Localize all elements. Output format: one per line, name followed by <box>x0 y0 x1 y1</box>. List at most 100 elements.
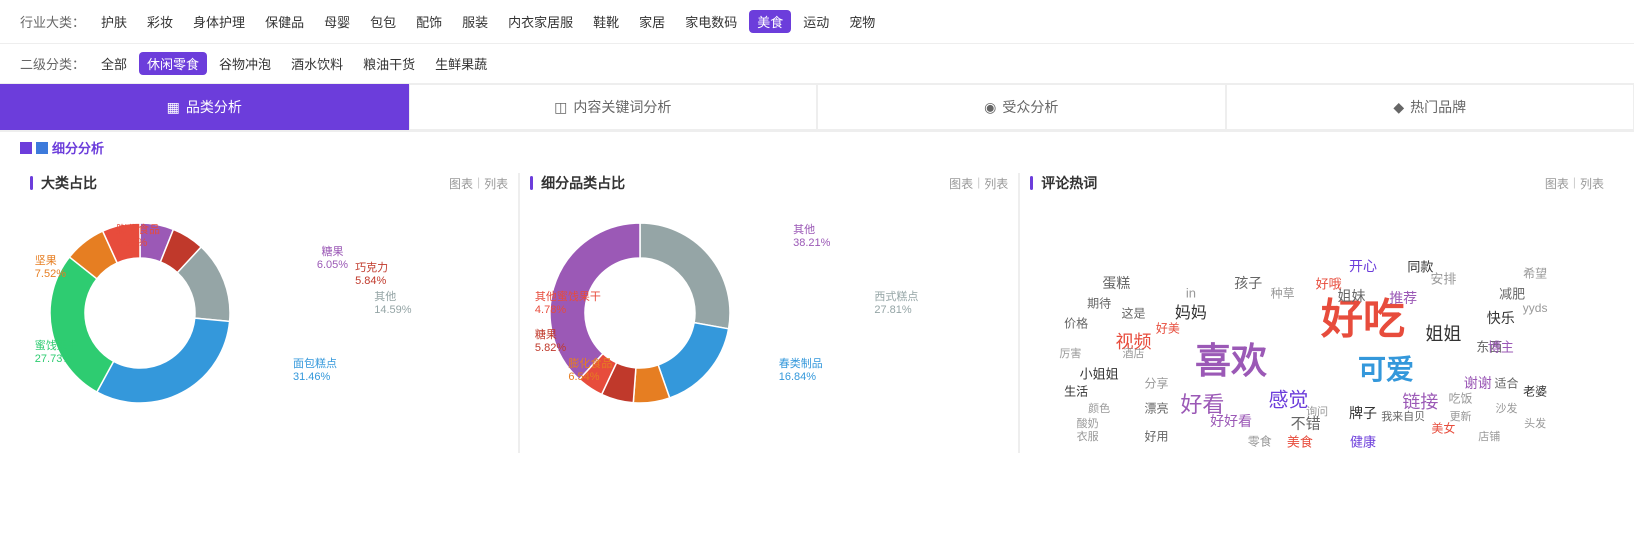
hot-words-toggle: 图表 | 列表 <box>1545 175 1604 192</box>
sub-category-item-酒水饮料[interactable]: 酒水饮料 <box>283 52 351 75</box>
tab-audience[interactable]: ◉ 受众分析 <box>817 84 1226 130</box>
industry-item-母婴[interactable]: 母婴 <box>316 10 358 33</box>
hot-words-header: 评论热词 图表 | 列表 <box>1030 173 1604 193</box>
word-牌子[interactable]: 牌子 <box>1349 403 1377 423</box>
main-category-donut <box>30 203 250 423</box>
industry-item-家电数码[interactable]: 家电数码 <box>677 10 745 33</box>
sub-category-chart: 细分品类占比 图表 | 列表 西式糕点27.81% 春类制品16.84% 膨化食… <box>520 173 1019 453</box>
word-价格[interactable]: 价格 <box>1064 315 1088 332</box>
hot-words-chart-view[interactable]: 图表 <box>1545 175 1569 192</box>
industry-item-内衣家居服[interactable]: 内衣家居服 <box>500 10 581 33</box>
word-我来自贝[interactable]: 我来自贝 <box>1381 408 1425 424</box>
sub-category-item-休闲零食[interactable]: 休闲零食 <box>139 52 207 75</box>
tab-keywords-label: 内容关键词分析 <box>573 97 671 117</box>
word-种草[interactable]: 种草 <box>1271 285 1295 302</box>
word-沙发[interactable]: 沙发 <box>1495 400 1517 416</box>
section-header: 细分分析 <box>0 132 1634 163</box>
label-sugar: 糖果6.05% <box>317 243 348 271</box>
word-头发[interactable]: 头发 <box>1524 415 1546 431</box>
main-tabs: ▦ 品类分析 ◫ 内容关键词分析 ◉ 受众分析 ◆ 热门品牌 <box>0 84 1634 132</box>
industry-label: 行业大类： <box>20 12 85 31</box>
word-吃饭[interactable]: 吃饭 <box>1449 390 1473 407</box>
word-美食[interactable]: 美食 <box>1287 431 1313 450</box>
industry-item-运动[interactable]: 运动 <box>795 10 837 33</box>
sub-category-toggle: 图表 | 列表 <box>949 175 1008 192</box>
word-这是[interactable]: 这是 <box>1122 305 1146 322</box>
word-yyds[interactable]: yyds <box>1523 301 1548 315</box>
tab-audience-label: 受众分析 <box>1002 97 1058 117</box>
word-快乐[interactable]: 快乐 <box>1487 308 1515 328</box>
main-category-donut-wrapper: 糖果6.05% 巧克力5.84% 其他14.59% 面包糕点31.46% 蜜饯果… <box>30 203 508 426</box>
industry-item-保健品[interactable]: 保健品 <box>257 10 312 33</box>
word-姐姐[interactable]: 姐姐 <box>1425 320 1461 346</box>
word-可爱[interactable]: 可爱 <box>1358 348 1414 388</box>
word-推荐[interactable]: 推荐 <box>1389 288 1417 308</box>
word-减肥[interactable]: 减肥 <box>1499 284 1525 303</box>
tab-brands-label: 热门品牌 <box>1410 97 1466 117</box>
sub-category-item-生鲜果蔬[interactable]: 生鲜果蔬 <box>427 52 495 75</box>
word-厉害[interactable]: 厉害 <box>1059 345 1081 361</box>
word-好好看[interactable]: 好好看 <box>1210 411 1252 431</box>
word-博主[interactable]: 博主 <box>1488 336 1514 355</box>
industry-item-家居[interactable]: 家居 <box>631 10 673 33</box>
word-安排[interactable]: 安排 <box>1430 269 1456 288</box>
word-好美[interactable]: 好美 <box>1156 320 1180 337</box>
word-孩子[interactable]: 孩子 <box>1234 273 1262 293</box>
word-期待[interactable]: 期待 <box>1087 295 1111 312</box>
industry-item-美食[interactable]: 美食 <box>749 10 791 33</box>
word-开心[interactable]: 开心 <box>1349 256 1377 276</box>
main-category-chart: 大类占比 图表 | 列表 糖果6.05% 巧克力5.84% 其他14.59% 面… <box>20 173 519 453</box>
word-漂亮[interactable]: 漂亮 <box>1144 400 1168 417</box>
tab-brands[interactable]: ◆ 热门品牌 <box>1226 84 1634 130</box>
word-小姐姐[interactable]: 小姐姐 <box>1080 364 1119 383</box>
industry-item-宠物[interactable]: 宠物 <box>841 10 883 33</box>
sub-category-item-全部[interactable]: 全部 <box>93 52 135 75</box>
label-other2: 其他38.21% <box>793 221 830 249</box>
tab-category[interactable]: ▦ 品类分析 <box>0 84 409 130</box>
sub-category-header: 细分品类占比 图表 | 列表 <box>530 173 1008 193</box>
word-希望[interactable]: 希望 <box>1523 265 1547 282</box>
charts-area: 大类占比 图表 | 列表 糖果6.05% 巧克力5.84% 其他14.59% 面… <box>0 163 1634 463</box>
word-蛋糕[interactable]: 蛋糕 <box>1102 273 1130 293</box>
industry-item-配饰[interactable]: 配饰 <box>408 10 450 33</box>
main-category-chart-view[interactable]: 图表 <box>449 175 473 192</box>
audience-icon: ◉ <box>984 99 996 116</box>
word-酒店[interactable]: 酒店 <box>1123 345 1145 361</box>
sub-category-donut <box>530 203 750 423</box>
word-同款[interactable]: 同款 <box>1407 256 1433 275</box>
word-健康[interactable]: 健康 <box>1350 431 1376 450</box>
word-感觉[interactable]: 感觉 <box>1268 384 1308 413</box>
sub-category-chart-view[interactable]: 图表 <box>949 175 973 192</box>
word-询问[interactable]: 询问 <box>1306 403 1328 419</box>
word-适合[interactable]: 适合 <box>1494 375 1518 392</box>
industry-item-彩妆[interactable]: 彩妆 <box>139 10 181 33</box>
word-姐妹[interactable]: 姐妹 <box>1338 286 1366 306</box>
industry-item-身体护理[interactable]: 身体护理 <box>185 10 253 33</box>
word-颜色[interactable]: 颜色 <box>1088 400 1110 416</box>
sub-category-list-view[interactable]: 列表 <box>984 175 1008 192</box>
word-喜欢[interactable]: 喜欢 <box>1195 332 1267 384</box>
tab-keywords[interactable]: ◫ 内容关键词分析 <box>409 84 818 130</box>
industry-item-包包[interactable]: 包包 <box>362 10 404 33</box>
sub-category-item-粮油干货[interactable]: 粮油干货 <box>355 52 423 75</box>
main-category-header: 大类占比 图表 | 列表 <box>30 173 508 193</box>
hot-words-title: 评论热词 <box>1030 173 1097 193</box>
word-生活[interactable]: 生活 <box>1064 382 1088 399</box>
word-好用[interactable]: 好用 <box>1144 427 1168 444</box>
industry-item-护肤[interactable]: 护肤 <box>93 10 135 33</box>
hot-words-list-view[interactable]: 列表 <box>1580 175 1604 192</box>
sub-category-items: 全部休闲零食谷物冲泡酒水饮料粮油干货生鲜果蔬 <box>93 52 495 75</box>
word-老婆[interactable]: 老婆 <box>1523 382 1547 399</box>
word-衣服[interactable]: 衣服 <box>1077 428 1099 444</box>
sub-category-item-谷物冲泡[interactable]: 谷物冲泡 <box>211 52 279 75</box>
grid-icon: ▦ <box>167 99 180 116</box>
industry-item-服装[interactable]: 服装 <box>454 10 496 33</box>
industry-item-鞋靴[interactable]: 鞋靴 <box>585 10 627 33</box>
word-in[interactable]: in <box>1186 286 1196 301</box>
sub-category-label: 二级分类： <box>20 54 85 73</box>
word-分享[interactable]: 分享 <box>1144 375 1168 392</box>
word-更新[interactable]: 更新 <box>1450 408 1472 424</box>
word-零食[interactable]: 零食 <box>1248 432 1272 449</box>
main-category-list-view[interactable]: 列表 <box>484 175 508 192</box>
word-店铺[interactable]: 店铺 <box>1478 428 1500 444</box>
